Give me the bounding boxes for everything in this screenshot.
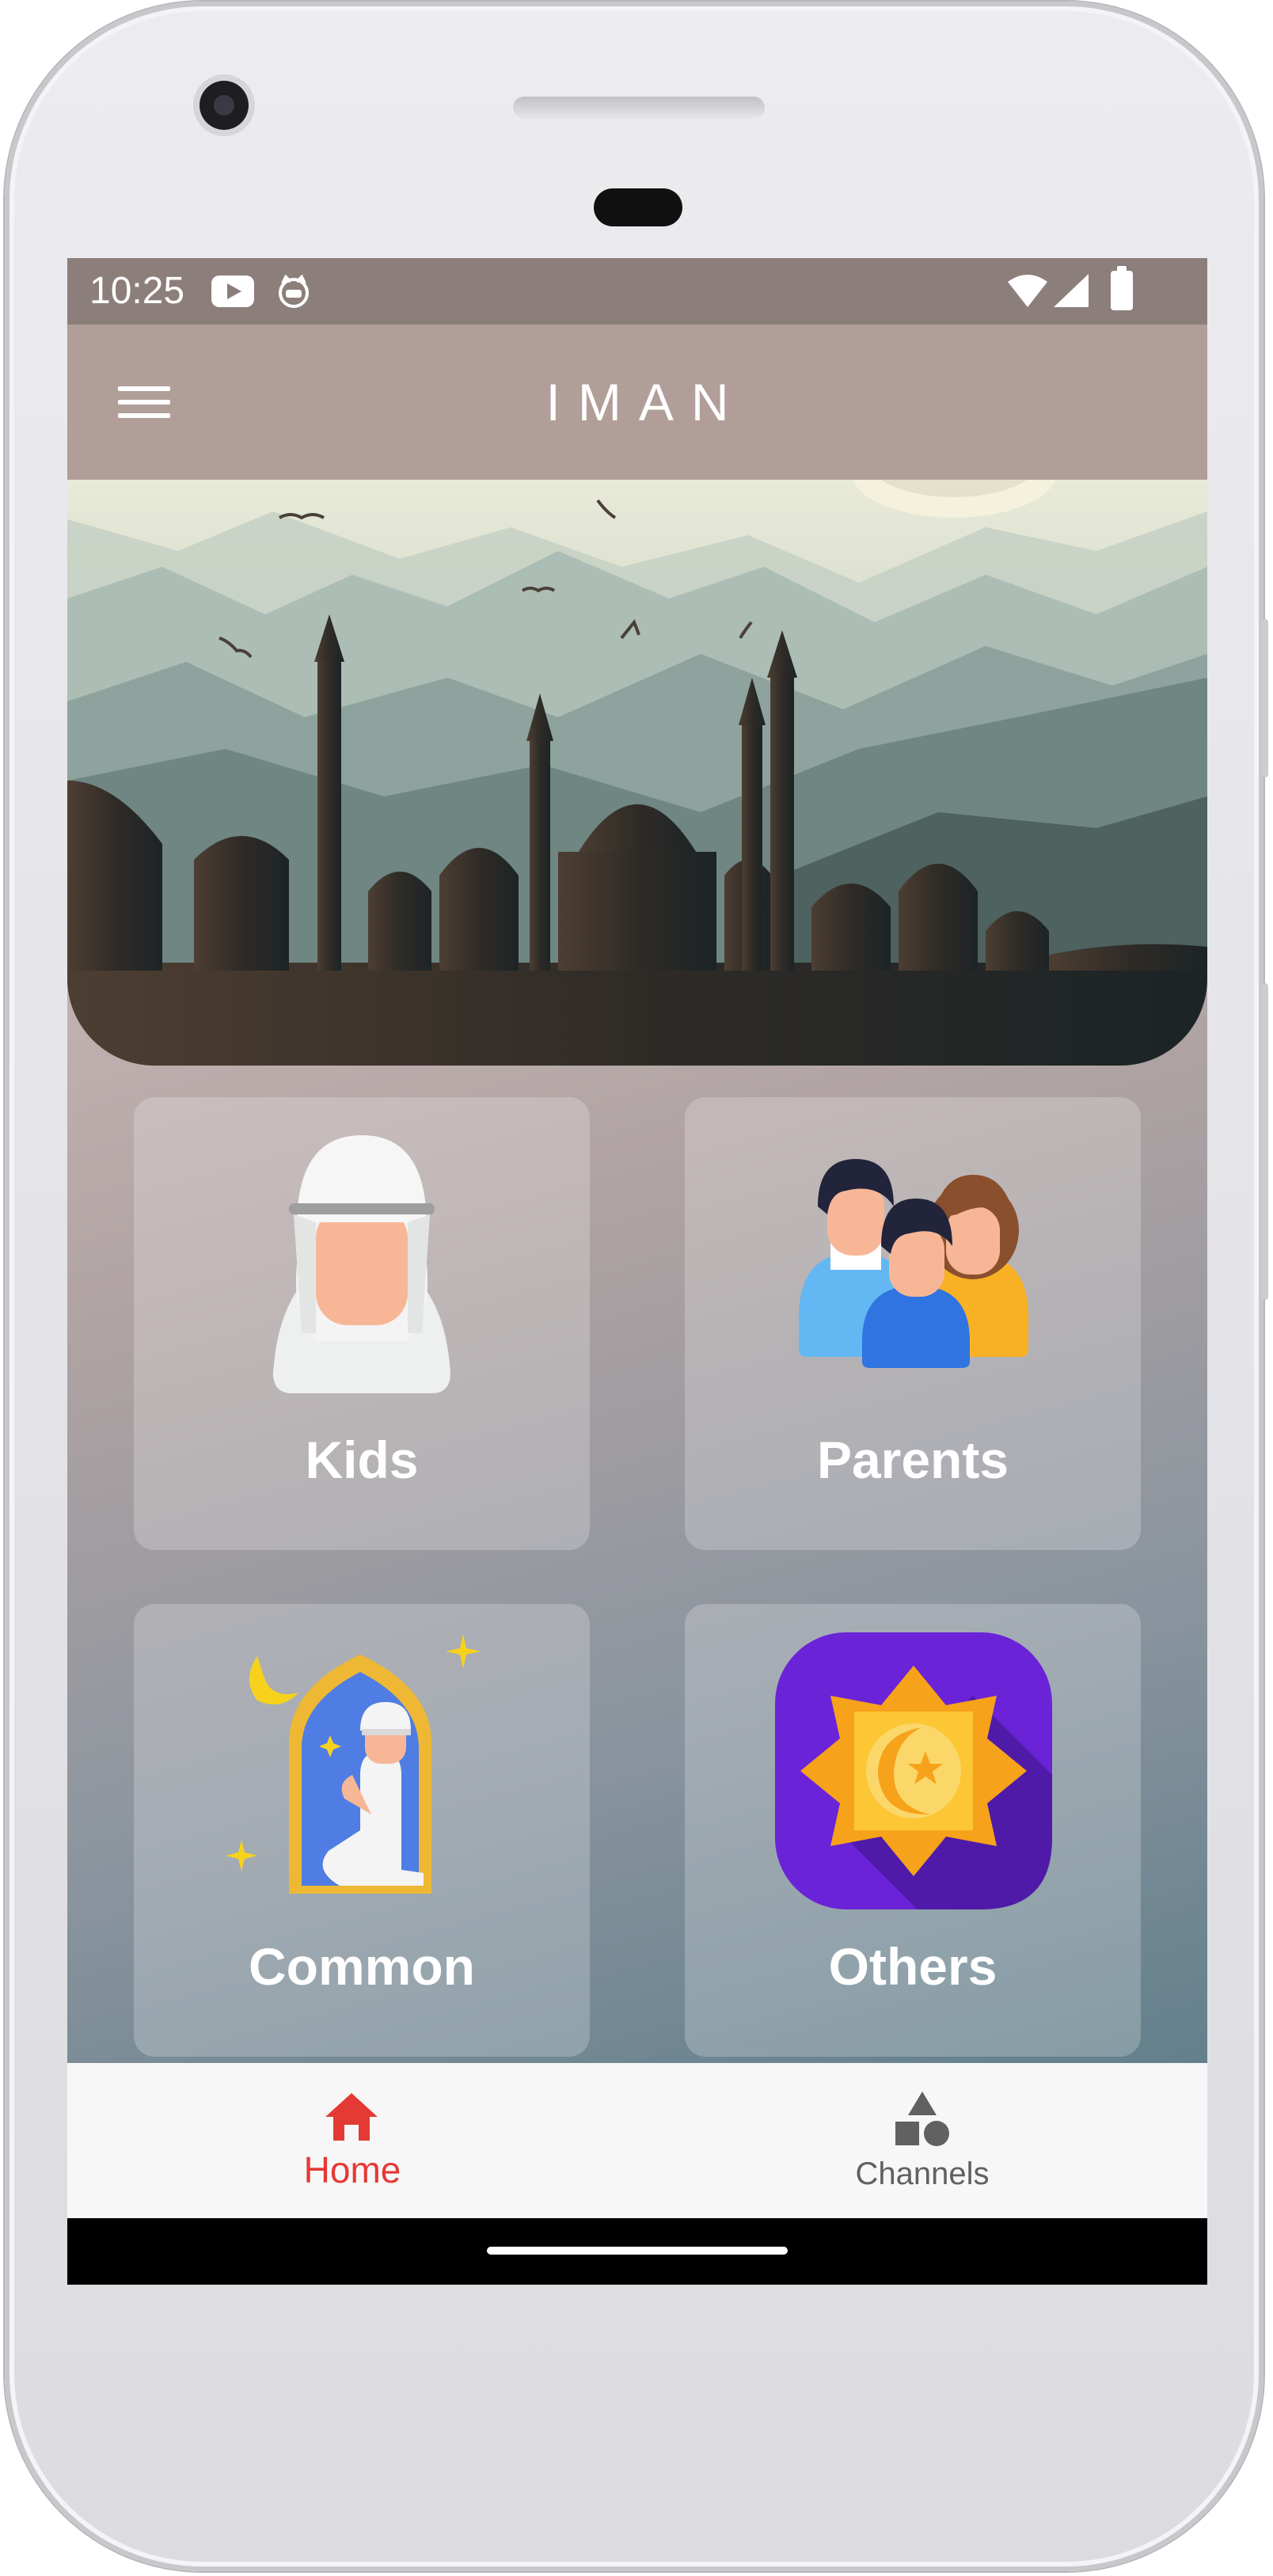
category-label: Parents <box>816 1430 1009 1489</box>
app-bar: IMAN <box>67 325 1207 480</box>
power-button <box>1262 983 1268 1300</box>
gesture-navigation-bar <box>67 2218 1207 2285</box>
status-time: 10:25 <box>89 270 185 312</box>
screen: 10:25 IMAN Kids Parents Common Others Ho… <box>67 258 1207 2285</box>
earpiece-speaker <box>513 97 765 119</box>
proximity-sensor <box>594 188 682 226</box>
signal-icon <box>1054 274 1089 307</box>
praying-person-mihrab-icon <box>226 1634 481 1894</box>
volume-button <box>1262 619 1268 777</box>
phone-frame: 10:25 IMAN Kids Parents Common Others Ho… <box>5 2 1268 2571</box>
category-card-common[interactable]: Common <box>134 1604 590 2057</box>
main-content: Kids Parents Common Others <box>67 480 1207 2063</box>
hero-banner <box>67 480 1207 1066</box>
hamburger-menu-icon[interactable] <box>118 386 170 418</box>
nav-item-channels[interactable]: Channels <box>637 2063 1207 2218</box>
nav-item-home[interactable]: Home <box>67 2063 637 2218</box>
cat-app-icon <box>279 274 309 308</box>
category-card-kids[interactable]: Kids <box>134 1097 590 1550</box>
home-icon <box>325 2093 378 2141</box>
shapes-icon <box>895 2092 949 2146</box>
nav-label-home: Home <box>303 2149 401 2190</box>
front-camera <box>200 81 249 130</box>
battery-icon <box>1111 266 1133 310</box>
category-label: Kids <box>305 1430 419 1489</box>
bottom-navigation: Home Channels <box>67 2063 1207 2218</box>
app-title: IMAN <box>545 373 747 431</box>
youtube-icon <box>211 275 254 307</box>
status-bar: 10:25 <box>67 258 1207 325</box>
category-card-parents[interactable]: Parents <box>685 1097 1141 1550</box>
wifi-icon <box>1008 275 1047 307</box>
crescent-star-octagram-icon <box>775 1632 1052 1909</box>
mosque-silhouette-image <box>67 480 1207 1066</box>
child-in-keffiyeh-icon <box>273 1135 450 1393</box>
category-label: Common <box>249 1937 475 1996</box>
family-icon <box>799 1159 1028 1368</box>
category-label: Others <box>828 1937 998 1996</box>
home-gesture-handle[interactable] <box>487 2247 788 2255</box>
nav-label-channels: Channels <box>855 2156 990 2191</box>
category-card-others[interactable]: Others <box>685 1604 1141 2057</box>
